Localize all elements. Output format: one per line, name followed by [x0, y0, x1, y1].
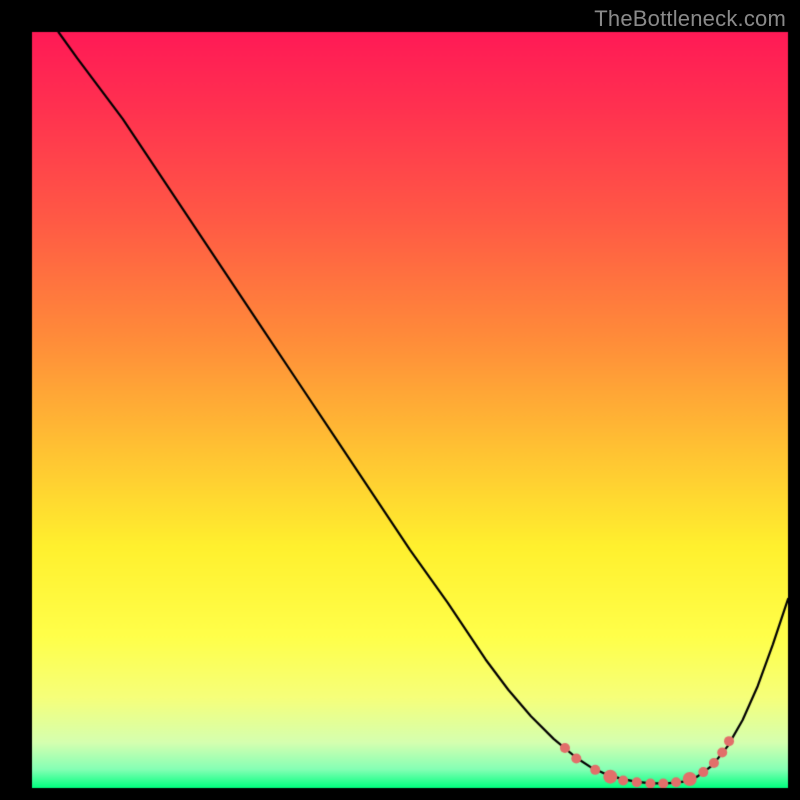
- watermark-label: TheBottleneck.com: [594, 6, 786, 32]
- chart-root: TheBottleneck.com: [0, 0, 800, 800]
- bottleneck-chart-canvas: [0, 0, 800, 800]
